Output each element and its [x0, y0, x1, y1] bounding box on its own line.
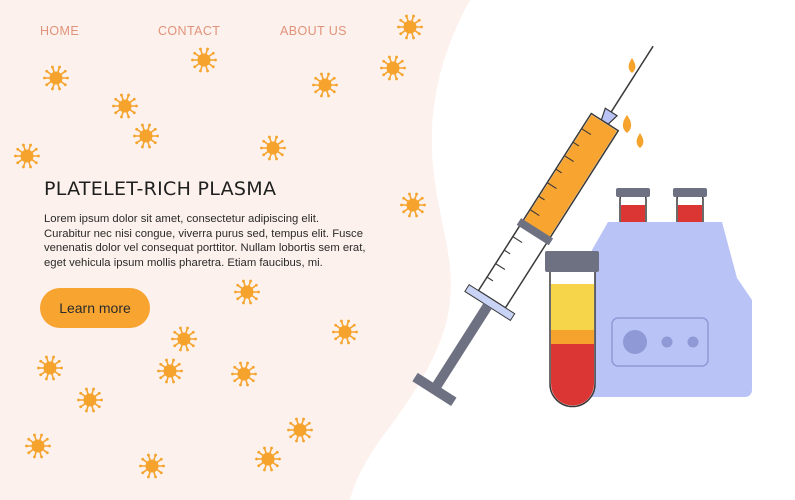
nav-contact-link[interactable]: CONTACT: [158, 24, 280, 38]
nav-about-link[interactable]: ABOUT US: [280, 24, 347, 38]
page-title: PLATELET-RICH PLASMA: [44, 178, 277, 200]
top-nav: HOME CONTACT ABOUT US: [40, 24, 347, 38]
hero-description: Lorem ipsum dolor sit amet, consectetur …: [44, 213, 366, 269]
learn-more-button[interactable]: Learn more: [40, 288, 150, 328]
nav-home-link[interactable]: HOME: [40, 24, 158, 38]
drop-icon: [622, 58, 644, 148]
test-tube-icon: [545, 251, 599, 408]
centrifuge-icon: [592, 188, 752, 397]
